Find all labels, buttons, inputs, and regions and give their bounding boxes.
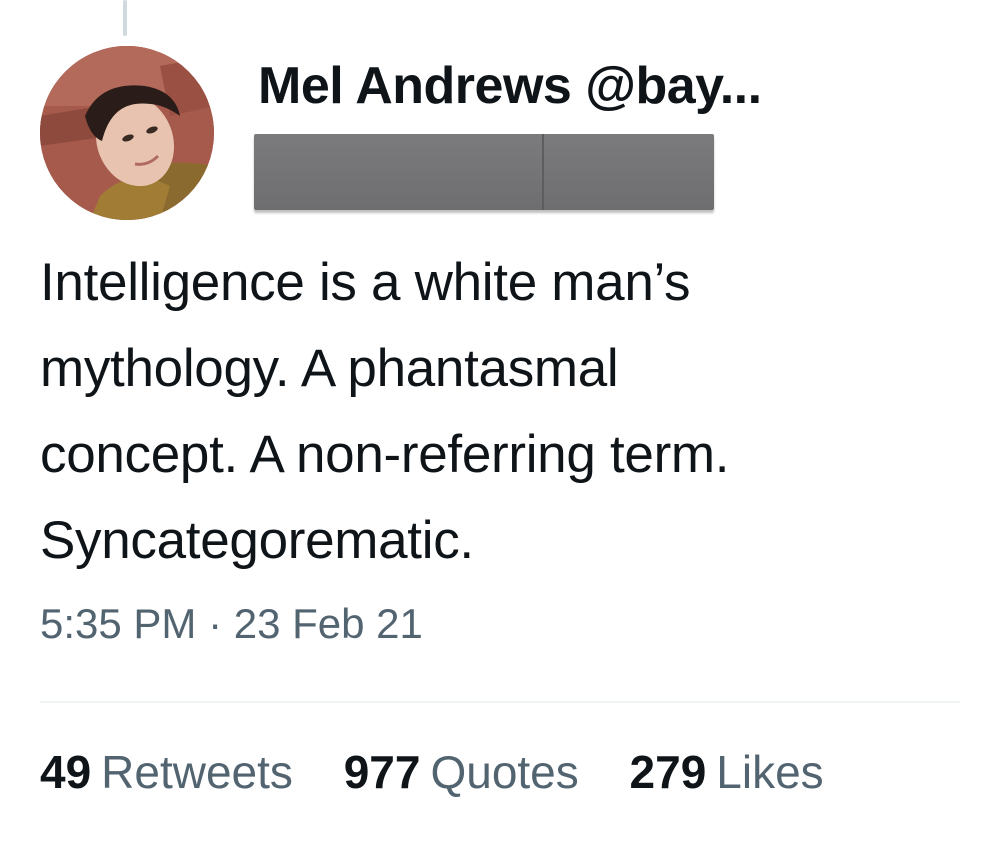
tweet-timestamp[interactable]: 5:35 PM · 23 Feb 21: [40, 600, 423, 648]
thread-connector-line: [123, 0, 127, 36]
likes-stat[interactable]: 279 Likes: [630, 745, 824, 799]
tweet-text: Intelligence is a white man’s mythology.…: [40, 240, 970, 584]
retweets-count: 49: [40, 746, 92, 798]
quotes-stat[interactable]: 977 Quotes: [344, 745, 579, 799]
author-name-and-handle[interactable]: Mel Andrews @bay...: [258, 57, 762, 115]
tweet-text-line: concept. A non-referring term.: [40, 425, 730, 484]
redaction-block: [254, 134, 714, 210]
retweets-label: Retweets: [101, 746, 293, 798]
tweet-text-line: Syncategorematic.: [40, 511, 474, 570]
tweet-text-line: Intelligence is a white man’s: [40, 253, 691, 312]
likes-label: Likes: [716, 746, 824, 798]
divider: [40, 701, 960, 703]
tweet-text-line: mythology. A phantasmal: [40, 339, 619, 398]
likes-count: 279: [629, 746, 707, 798]
engagement-stats: 49 Retweets 977 Quotes 279 Likes: [40, 745, 824, 799]
avatar-photo: [40, 46, 214, 220]
quotes-count: 977: [343, 746, 421, 798]
retweets-stat[interactable]: 49 Retweets: [40, 745, 293, 799]
quotes-label: Quotes: [430, 746, 579, 798]
avatar[interactable]: [40, 46, 214, 220]
